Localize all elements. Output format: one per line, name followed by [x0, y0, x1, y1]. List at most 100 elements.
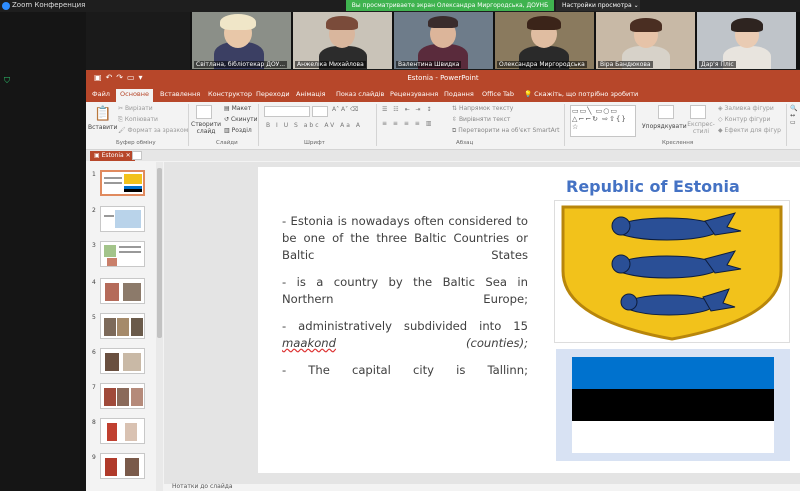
- powerpoint-window: ▣↶↷▭▾ Estonia - PowerPoint Файл Основне …: [86, 70, 800, 491]
- estonian-flag-icon: [572, 357, 774, 453]
- slide-thumbnail-pane: 1 2 3 4 5 6 7 8 9: [86, 162, 164, 491]
- new-tab-button[interactable]: [132, 151, 142, 160]
- zoom-logo-icon: [2, 2, 10, 10]
- slide-number: 5: [92, 314, 96, 321]
- quick-styles-icon[interactable]: [690, 105, 706, 119]
- tab-animations[interactable]: Анімація: [296, 90, 326, 98]
- slide-thumbnail[interactable]: [100, 313, 145, 339]
- new-slide-icon[interactable]: [196, 105, 212, 119]
- font-size-select[interactable]: [312, 106, 328, 117]
- ribbon-tabs: Файл Основне Вставлення Конструктор Пере…: [86, 88, 800, 102]
- scrollbar-thumb[interactable]: [157, 168, 162, 338]
- slide-number: 6: [92, 349, 96, 356]
- document-tabs: ▣ Estonia ✕: [86, 150, 800, 161]
- chevron-down-icon: ⌄: [633, 2, 639, 9]
- arrange-icon[interactable]: [658, 105, 674, 119]
- align-text-button[interactable]: ⇳ Вирівняти текст: [452, 116, 510, 123]
- bullet-paragraph: - The capital city is Tallinn;: [282, 363, 528, 377]
- thumbnail-scrollbar[interactable]: [156, 162, 163, 491]
- text-direction-button[interactable]: ⇅ Напрямок тексту: [452, 105, 513, 112]
- drawing-group-label: Креслення: [662, 140, 694, 146]
- copy-button[interactable]: ⎘ Копіювати: [118, 116, 158, 124]
- shape-outline-button[interactable]: ◇ Контур фігури: [718, 116, 770, 123]
- slide-number: 8: [92, 419, 96, 426]
- zoom-app-title: Zoom Конференция: [12, 1, 86, 9]
- participant-tile[interactable]: Світлана, бібліотекар ДОУ...: [192, 12, 291, 69]
- powerpoint-title-bar: ▣↶↷▭▾ Estonia - PowerPoint: [86, 70, 800, 88]
- participant-tile[interactable]: Олександра Миргородська: [495, 12, 594, 69]
- slide-thumbnail[interactable]: [100, 206, 145, 232]
- participant-tile[interactable]: Віра Бандюкова: [596, 12, 695, 69]
- slide-thumbnail[interactable]: [100, 278, 145, 304]
- arrange-button[interactable]: Упорядкувати: [642, 123, 687, 130]
- view-options-label: Настройки просмотра: [562, 2, 632, 9]
- slide-thumbnail[interactable]: [100, 348, 145, 374]
- slide-number: 4: [92, 279, 96, 286]
- tab-review[interactable]: Рецензування: [390, 90, 438, 98]
- paste-button[interactable]: Вставити: [88, 124, 117, 131]
- zoom-background: [0, 12, 86, 491]
- slide-thumbnail[interactable]: [100, 383, 145, 409]
- shape-fill-button[interactable]: ◈ Заливка фігури: [718, 105, 774, 112]
- shield-icon[interactable]: ⛉: [4, 76, 12, 85]
- tab-view[interactable]: Подання: [444, 90, 474, 98]
- sections-button[interactable]: ▥ Розділ: [224, 127, 252, 134]
- bullet-paragraph: - Estonia is nowadays often considered t…: [282, 214, 528, 262]
- slide-thumbnail[interactable]: [100, 241, 145, 267]
- participant-tile[interactable]: Анжеліка Михайлова: [293, 12, 392, 69]
- alignment-icons[interactable]: ≡ ≡ ≡ ≡ ▥: [382, 120, 433, 127]
- slide-thumbnail[interactable]: [100, 418, 145, 444]
- participant-name: Віра Бандюкова: [598, 61, 653, 68]
- view-options-button[interactable]: Настройки просмотра ⌄: [556, 0, 640, 11]
- participant-tile[interactable]: Дар'я Пліс: [697, 12, 796, 69]
- reset-button[interactable]: ↺ Скинути: [224, 116, 258, 123]
- new-slide-button[interactable]: Створити слайд: [190, 121, 222, 135]
- close-icon[interactable]: ✕: [126, 152, 131, 159]
- coat-of-arms-icon: [561, 205, 783, 341]
- lightbulb-icon: 💡: [524, 90, 533, 98]
- document-tab[interactable]: ▣ Estonia ✕: [90, 151, 135, 161]
- notes-bar[interactable]: Нотатки до слайда: [164, 483, 800, 491]
- cut-button[interactable]: ✂ Вирізати: [118, 105, 153, 112]
- shape-effects-button[interactable]: ◆ Ефекти для фігур: [718, 127, 781, 134]
- quick-styles-button[interactable]: Експрес-стилі: [686, 121, 716, 135]
- flag-image[interactable]: [556, 349, 790, 461]
- tab-insert[interactable]: Вставлення: [160, 90, 200, 98]
- list-icons[interactable]: ☰ ☷ ⇤ ⇥ ↕: [382, 106, 433, 113]
- slide-thumbnail[interactable]: [100, 170, 145, 196]
- slides-group-label: Слайди: [216, 140, 238, 146]
- window-title: Estonia - PowerPoint: [407, 74, 479, 82]
- tell-me-box[interactable]: 💡 Скажіть, що потрібно зробити: [524, 90, 638, 98]
- coat-of-arms-image[interactable]: [554, 200, 790, 343]
- slide-number: 1: [92, 171, 96, 178]
- slide-text-box[interactable]: - Estonia is nowadays often considered t…: [282, 213, 528, 389]
- slide-number: 2: [92, 207, 96, 214]
- slide-title[interactable]: Republic of Estonia: [566, 177, 776, 196]
- font-name-select[interactable]: [264, 106, 310, 117]
- paragraph-group-label: Абзац: [456, 140, 474, 146]
- current-slide[interactable]: Republic of Estonia - Estonia is nowaday…: [258, 167, 800, 473]
- slide-number: 9: [92, 454, 96, 461]
- tab-design[interactable]: Конструктор: [208, 90, 252, 98]
- shapes-gallery[interactable]: ▭▭╲ ▭○▭ △⌐⌐↻ ⇨⇧{} ☆: [570, 105, 636, 137]
- participant-name: Олександра Миргородська: [497, 61, 587, 68]
- participant-name: Анжеліка Михайлова: [295, 61, 366, 68]
- slide-number: 7: [92, 384, 96, 391]
- paste-icon[interactable]: 📋: [94, 106, 111, 122]
- format-painter-button[interactable]: 🖌 Формат за зразком: [118, 127, 188, 134]
- participant-name: Світлана, бібліотекар ДОУ...: [194, 61, 288, 68]
- misspelled-word: maakond: [282, 336, 337, 350]
- editing-icons[interactable]: 🔍 ↔ ▭: [790, 105, 797, 126]
- participant-tile[interactable]: Валентина Швидка: [394, 12, 493, 69]
- layout-button[interactable]: ▤ Макет: [224, 105, 251, 112]
- tab-file[interactable]: Файл: [92, 90, 110, 98]
- font-grow-icon[interactable]: A˄ A˅ ⌫: [332, 106, 359, 113]
- tab-slideshow[interactable]: Показ слайдів: [336, 90, 384, 98]
- tab-transitions[interactable]: Переходи: [256, 90, 290, 98]
- slide-number: 3: [92, 242, 96, 249]
- smartart-button[interactable]: ⧉ Перетворити на об'єкт SmartArt: [452, 127, 560, 135]
- font-format-icons[interactable]: B I U S abc AV Aa A: [266, 122, 362, 129]
- slide-thumbnail[interactable]: [100, 453, 145, 479]
- tab-office-tab[interactable]: Office Tab: [482, 90, 514, 98]
- tab-home[interactable]: Основне: [116, 89, 153, 102]
